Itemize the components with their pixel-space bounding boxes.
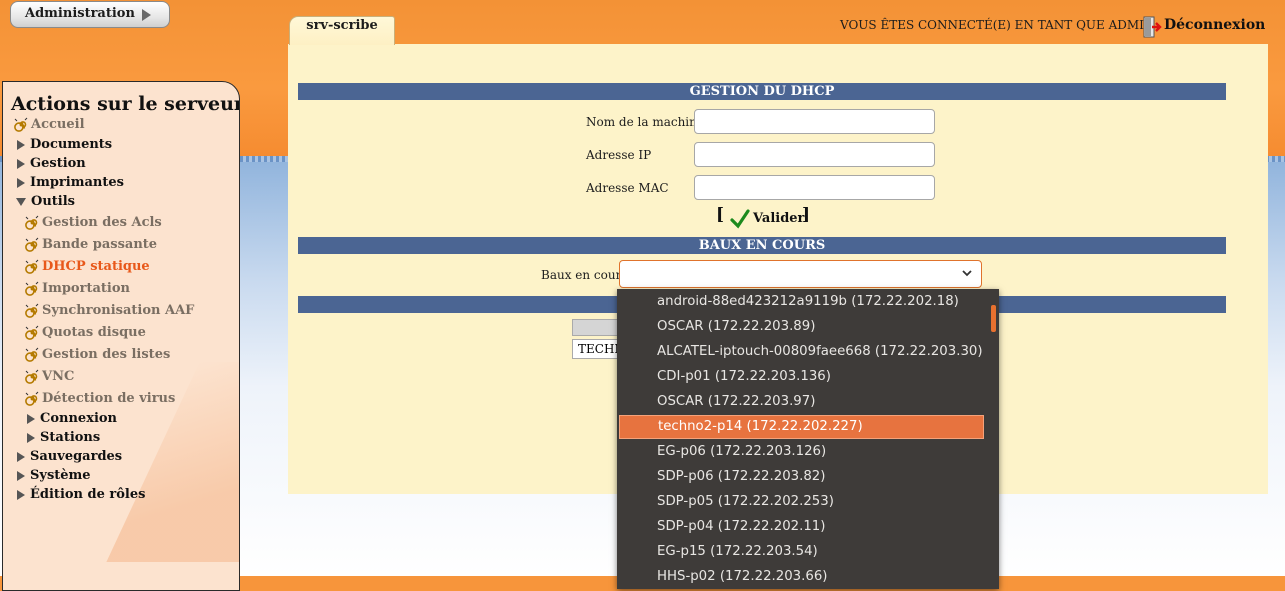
lease-option[interactable]: SDP-p06 (172.22.203.82) [619, 465, 984, 489]
leases-section-header: BAUX EN COURS [298, 237, 1226, 254]
tab-srv-scribe[interactable]: srv-scribe [289, 16, 395, 45]
leases-select-label: Baux en cours [541, 268, 628, 282]
lease-option[interactable]: HHS-p02 (172.22.203.66) [619, 565, 984, 589]
lease-option[interactable]: SDP-p04 (172.22.202.11) [619, 515, 984, 539]
machine-name-input[interactable] [694, 109, 935, 134]
sidebar-label: Quotas disque [42, 325, 146, 340]
checkmark-icon[interactable] [730, 209, 750, 229]
expand-arrow-icon [17, 139, 25, 150]
sidebar-item-stations[interactable]: Stations [27, 430, 100, 445]
sidebar-label: Stations [40, 430, 101, 445]
sidebar-item-connexion[interactable]: Connexion [27, 411, 117, 426]
expand-arrow-icon [17, 177, 25, 188]
spiral-icon [25, 325, 40, 340]
sidebar-item-imprimantes[interactable]: Imprimantes [17, 175, 124, 190]
dropdown-scrollbar-thumb[interactable] [991, 305, 996, 332]
sidebar-item-importation[interactable]: Importation [25, 281, 130, 296]
administration-label: Administration [25, 6, 135, 21]
sidebar: Actions sur le serveur Accueil Documents… [2, 81, 240, 591]
sidebar-label: Importation [42, 281, 130, 296]
lease-option[interactable]: EG-p15 (172.22.203.54) [619, 540, 984, 564]
sidebar-label: Édition de rôles [30, 487, 146, 502]
sidebar-label: Synchronisation AAF [42, 303, 195, 318]
sidebar-label: VNC [42, 369, 75, 384]
sidebar-label: Gestion des listes [42, 347, 171, 362]
logout-icon [1143, 16, 1162, 38]
sidebar-label: Système [30, 468, 91, 483]
sidebar-label: Sauvegardes [30, 449, 123, 464]
ip-address-label: Adresse IP [586, 148, 652, 162]
sidebar-item-gestion-acls[interactable]: Gestion des Acls [25, 215, 162, 230]
sidebar-label: Gestion des Acls [42, 215, 162, 230]
sidebar-item-documents[interactable]: Documents [17, 137, 112, 152]
sidebar-item-gestion-listes[interactable]: Gestion des listes [25, 347, 170, 362]
lease-option[interactable]: android-88ed423212a9119b (172.22.202.18) [619, 290, 984, 314]
administration-button[interactable]: Administration [10, 1, 170, 28]
sidebar-label: Bande passante [42, 237, 158, 252]
mac-address-label: Adresse MAC [586, 181, 669, 195]
machine-name-label: Nom de la machine [586, 115, 704, 129]
sidebar-label: Détection de virus [42, 391, 176, 406]
sidebar-label: Imprimantes [30, 175, 124, 190]
spiral-icon [25, 347, 40, 362]
sidebar-label: DHCP statique [42, 259, 150, 274]
sidebar-title: Actions sur le serveur [11, 93, 240, 115]
tab-label: srv-scribe [306, 18, 378, 33]
expand-arrow-icon [17, 451, 25, 462]
spiral-icon [25, 369, 40, 384]
expand-arrow-icon [17, 470, 25, 481]
spiral-icon [25, 215, 40, 230]
validate-button[interactable]: Valider [753, 211, 804, 226]
dhcp-section-header: GESTION DU DHCP [298, 83, 1226, 100]
lease-option[interactable]: ALCATEL-iptouch-00809faee668 (172.22.203… [619, 340, 984, 364]
spiral-icon [25, 237, 40, 252]
lease-option[interactable]: OSCAR (172.22.203.97) [619, 390, 984, 414]
sidebar-item-vnc[interactable]: VNC [25, 369, 74, 384]
sidebar-item-dhcp-statique[interactable]: DHCP statique [25, 259, 150, 274]
sidebar-label: Connexion [40, 411, 118, 426]
dropdown-scrollbar[interactable] [990, 289, 997, 589]
bracket-open: [ [716, 205, 725, 225]
lease-option-highlighted[interactable]: techno2-p14 (172.22.202.227) [619, 415, 984, 439]
sidebar-item-accueil[interactable]: Accueil [14, 117, 85, 132]
sidebar-item-bande-passante[interactable]: Bande passante [25, 237, 157, 252]
lease-option[interactable]: SDP-p05 (172.22.202.253) [619, 490, 984, 514]
spiral-icon [25, 303, 40, 318]
spiral-icon [25, 259, 40, 274]
sidebar-label: Outils [31, 194, 75, 209]
collapse-arrow-icon [16, 197, 26, 206]
sidebar-item-gestion[interactable]: Gestion [17, 156, 86, 171]
lease-option[interactable]: CDI-p01 (172.22.203.136) [619, 365, 984, 389]
bracket-close: ] [802, 205, 811, 225]
spiral-icon [25, 391, 40, 406]
sidebar-item-quotas-disque[interactable]: Quotas disque [25, 325, 146, 340]
sidebar-item-detection-virus[interactable]: Détection de virus [25, 391, 175, 406]
expand-arrow-icon [27, 413, 35, 424]
sidebar-item-edition-roles[interactable]: Édition de rôles [17, 487, 145, 502]
play-arrow-icon [142, 9, 151, 21]
sidebar-item-synchronisation-aaf[interactable]: Synchronisation AAF [25, 303, 194, 318]
sidebar-label: Accueil [31, 117, 85, 132]
lease-option[interactable]: OSCAR (172.22.203.89) [619, 315, 984, 339]
expand-arrow-icon [27, 432, 35, 443]
expand-arrow-icon [17, 489, 25, 500]
leases-select[interactable] [619, 260, 982, 288]
sidebar-item-outils[interactable]: Outils [16, 194, 75, 209]
spiral-icon [14, 117, 29, 132]
sidebar-label: Documents [30, 137, 113, 152]
ip-address-input[interactable] [694, 142, 935, 167]
sidebar-label: Gestion [30, 156, 86, 171]
connected-user-text: VOUS ÊTES CONNECTÉ(E) EN TANT QUE ADMIN [840, 18, 1155, 32]
lease-option[interactable]: EG-p06 (172.22.203.126) [619, 440, 984, 464]
expand-arrow-icon [17, 158, 25, 169]
leases-dropdown-list: android-88ed423212a9119b (172.22.202.18)… [617, 289, 999, 589]
chevron-down-icon [962, 270, 972, 277]
spiral-icon [25, 281, 40, 296]
logout-label: Déconnexion [1164, 17, 1266, 33]
mac-address-input[interactable] [694, 175, 935, 200]
sidebar-item-systeme[interactable]: Système [17, 468, 91, 483]
sidebar-item-sauvegardes[interactable]: Sauvegardes [17, 449, 122, 464]
